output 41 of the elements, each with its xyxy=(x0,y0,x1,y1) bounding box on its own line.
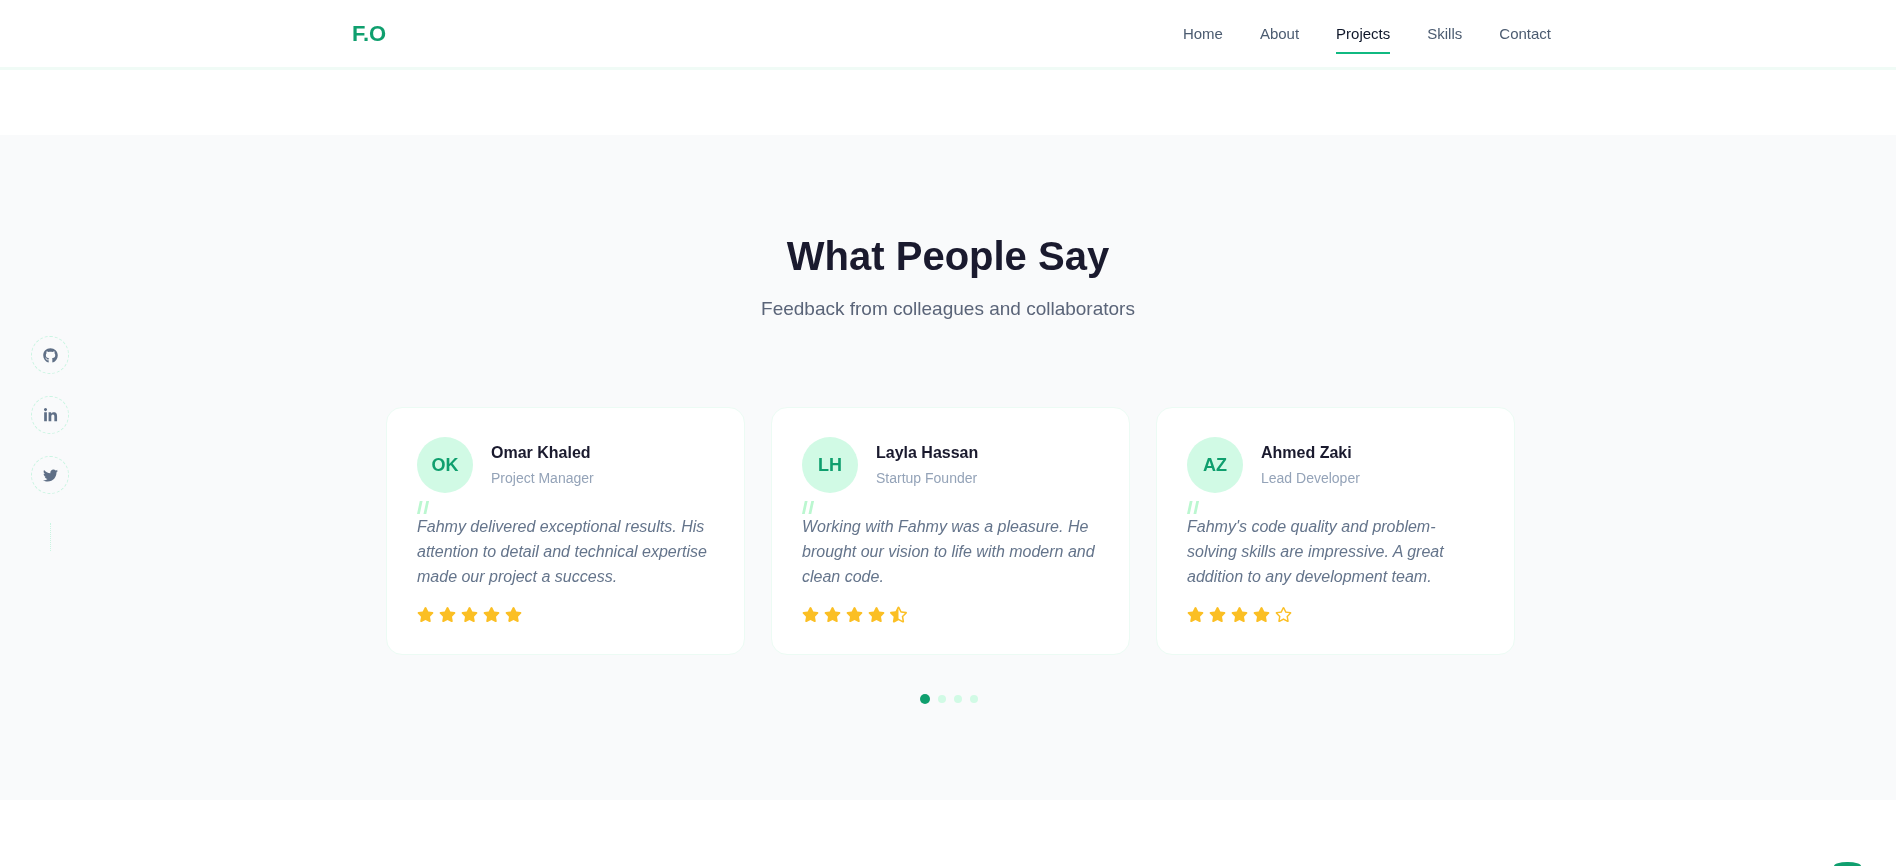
reviewer-role: Lead Developer xyxy=(1261,469,1360,488)
nav-link[interactable]: Projects xyxy=(1336,12,1391,55)
section-subtitle: Feedback from colleagues and collaborators xyxy=(761,297,1135,321)
avatar: LH xyxy=(802,437,858,493)
nav-link[interactable]: Home xyxy=(1182,12,1223,55)
reviewer-role: Project Manager xyxy=(491,469,594,488)
section-title: What People Say xyxy=(786,234,1110,278)
half-star-icon xyxy=(890,606,907,623)
quote-icon xyxy=(802,501,815,514)
github-icon xyxy=(42,347,58,363)
reviewer-name: Layla Hassan xyxy=(876,443,979,463)
testimonial-quote: Fahmy's code quality and problem-solving skills are impressive. A great addition to any development team. xyxy=(1187,517,1445,587)
star-icon xyxy=(1231,606,1248,623)
star-icon xyxy=(505,606,522,623)
star-icon xyxy=(439,606,456,623)
star-icon xyxy=(461,606,478,623)
avatar: AZ xyxy=(1187,437,1243,493)
nav-link[interactable]: Contact xyxy=(1499,12,1551,55)
star-icon xyxy=(824,606,841,623)
star-icon xyxy=(417,606,434,623)
nav-link[interactable]: About xyxy=(1259,12,1300,55)
twitter-icon xyxy=(42,467,58,483)
star-icon xyxy=(868,606,885,623)
star-icon xyxy=(802,606,819,623)
avatar: OK xyxy=(417,437,473,493)
nav-link[interactable]: Skills xyxy=(1427,12,1463,55)
star-icon xyxy=(846,606,863,623)
star-icon xyxy=(1209,606,1226,623)
testimonial-quote: Fahmy delivered exceptional results. His attention to detail and technical expertise made our project a success. xyxy=(417,517,708,587)
testimonial-quote: Working with Fahmy was a pleasure. He brought our vision to life with modern and clean code. xyxy=(802,517,1095,587)
reviewer-name: Omar Khaled xyxy=(491,443,592,463)
star-icon xyxy=(1253,606,1270,623)
floating-button[interactable] xyxy=(1834,862,1861,866)
reviewer-name: Ahmed Zaki xyxy=(1261,443,1353,463)
star-icon xyxy=(1187,606,1204,623)
star-icon xyxy=(483,606,500,623)
star-outline-icon xyxy=(1275,606,1292,623)
quote-icon xyxy=(1187,501,1200,514)
quote-icon xyxy=(417,501,430,514)
linkedin-icon xyxy=(42,407,58,423)
reviewer-role: Startup Founder xyxy=(876,469,979,488)
